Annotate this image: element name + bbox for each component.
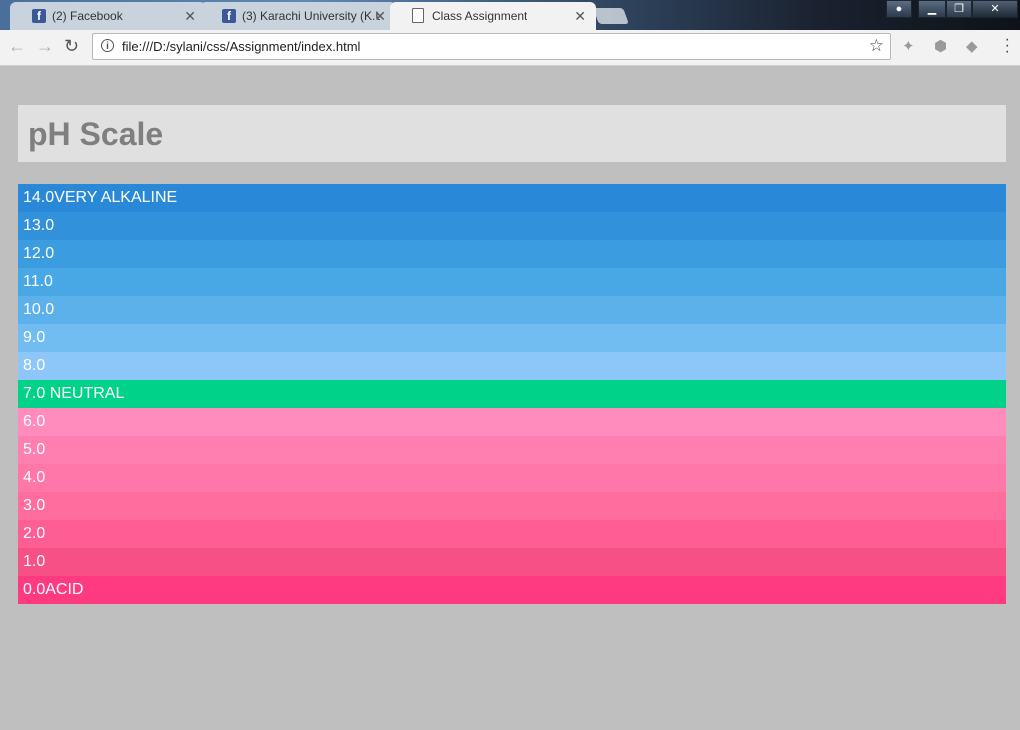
address-url[interactable]: file:///D:/sylani/css/Assignment/index.h… <box>122 39 360 54</box>
new-tab-button[interactable] <box>593 8 629 24</box>
ph-row: 11.0 <box>18 268 1006 296</box>
close-tab-icon[interactable]: ✕ <box>184 8 196 25</box>
tab-facebook[interactable]: f (2) Facebook ✕ <box>10 2 206 30</box>
ph-row: 0.0ACID <box>18 576 1006 604</box>
facebook-icon: f <box>222 9 236 23</box>
menu-dots-icon[interactable]: · · · <box>1005 32 1010 60</box>
ph-row: 7.0 NEUTRAL <box>18 380 1006 408</box>
ph-row: 10.0 <box>18 296 1006 324</box>
reload-icon[interactable]: ↻ <box>64 36 79 57</box>
extension-icon[interactable]: ✦ <box>902 37 915 55</box>
ph-row: 12.0 <box>18 240 1006 268</box>
extension-icon[interactable]: ◆ <box>966 37 978 55</box>
ph-row: 9.0 <box>18 324 1006 352</box>
tab-title: Class Assignment <box>432 9 528 23</box>
bookmark-star-icon[interactable]: ☆ <box>869 36 884 56</box>
back-arrow-icon[interactable]: ← <box>8 36 26 57</box>
close-tab-icon[interactable]: ✕ <box>374 8 386 25</box>
ph-row: 3.0 <box>18 492 1006 520</box>
close-tab-icon[interactable]: ✕ <box>574 8 586 25</box>
document-icon <box>412 8 424 23</box>
browser-titlebar: f (2) Facebook ✕ f (3) Karachi Universit… <box>0 0 1020 30</box>
info-icon[interactable]: i <box>101 39 114 52</box>
tab-class-assignment[interactable]: Class Assignment ✕ <box>390 2 596 30</box>
ph-row: 5.0 <box>18 436 1006 464</box>
page-title: pH Scale <box>28 116 164 152</box>
ph-row: 2.0 <box>18 520 1006 548</box>
forward-arrow-icon[interactable]: → <box>36 36 54 57</box>
profile-icon[interactable]: ● <box>886 0 912 18</box>
restore-button[interactable]: ❐ <box>946 0 972 18</box>
ph-row: 1.0 <box>18 548 1006 576</box>
address-bar[interactable]: i file:///D:/sylani/css/Assignment/index… <box>92 33 891 60</box>
close-window-button[interactable]: ✕ <box>972 0 1018 18</box>
facebook-icon: f <box>32 9 46 23</box>
extension-icon[interactable]: ⬢ <box>934 37 947 55</box>
ph-row: 4.0 <box>18 464 1006 492</box>
tab-title: (3) Karachi University (K.U <box>242 9 380 23</box>
ph-row: 6.0 <box>18 408 1006 436</box>
ph-scale: 14.0VERY ALKALINE 13.0 12.0 11.0 10.0 9.0 8.0 7… <box>18 184 1006 604</box>
ph-row: 14.0VERY ALKALINE <box>18 184 1006 212</box>
tab-karachi-university[interactable]: f (3) Karachi University (K.U ✕ <box>200 2 396 30</box>
ph-row: 13.0 <box>18 212 1006 240</box>
ph-row: 8.0 <box>18 352 1006 380</box>
tab-title: (2) Facebook <box>52 9 123 23</box>
browser-toolbar: ← → ↻ i file:///D:/sylani/css/Assignment… <box>0 30 1020 66</box>
page-header: pH Scale <box>18 105 1006 162</box>
minimize-button[interactable]: ▁ <box>918 0 946 18</box>
